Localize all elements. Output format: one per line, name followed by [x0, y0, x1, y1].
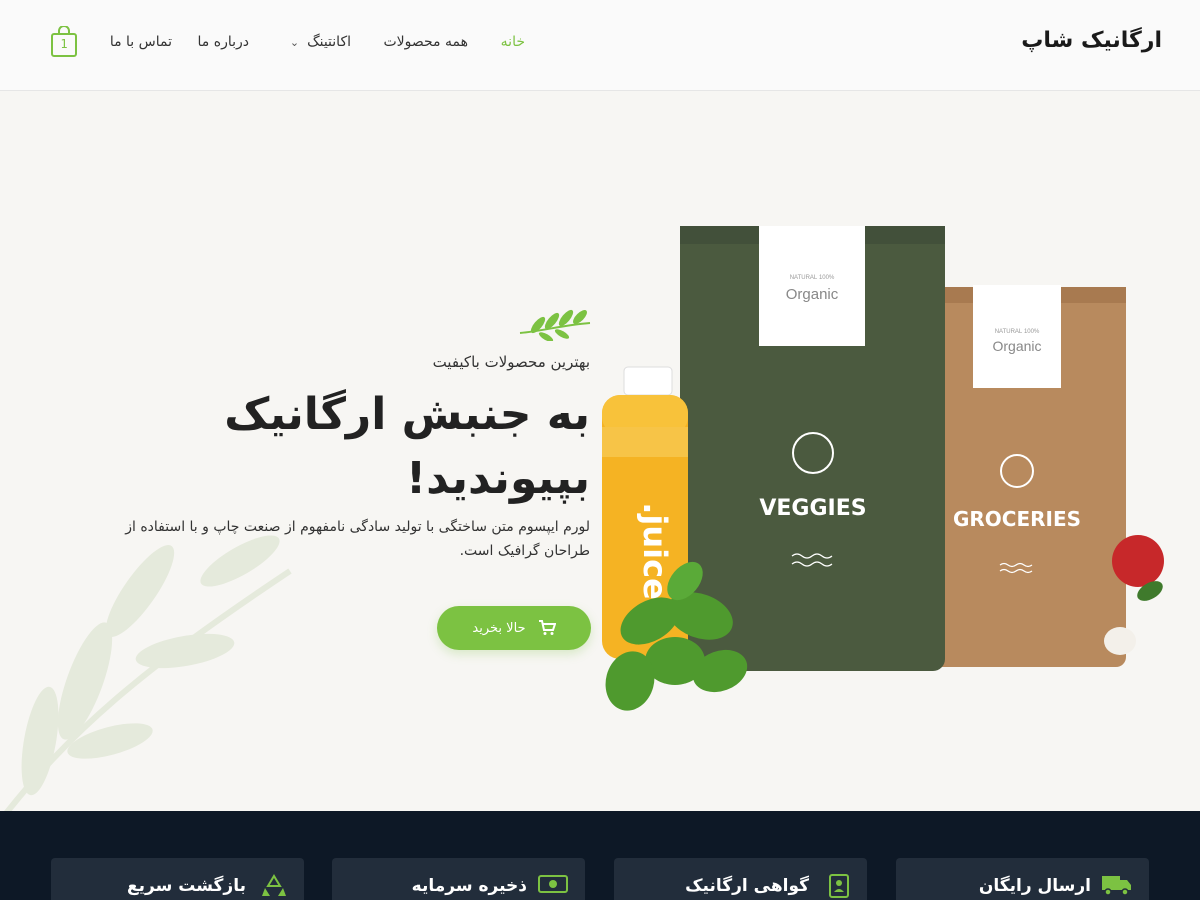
- recycle-icon: [262, 874, 286, 896]
- shop-now-label: حالا بخرید: [472, 620, 526, 636]
- truck-icon: [1102, 876, 1131, 896]
- groceries-brand-label: Organic: [992, 338, 1041, 354]
- garlic-image: [1104, 627, 1136, 655]
- feature-card-organic-certificate: گواهی ارگانیک: [614, 858, 867, 900]
- hero-headline: به جنبش ارگانیک بپیوندید!: [224, 389, 590, 504]
- feature-card-free-shipping: ارسال رایگان: [896, 858, 1149, 900]
- cart-count-badge: 1: [60, 37, 68, 51]
- nav-item-home[interactable]: خانه: [501, 34, 525, 50]
- feature-card-fast-return: بازگشت سریع: [51, 858, 304, 900]
- nav-item-about[interactable]: درباره ما: [198, 34, 249, 50]
- feature-card-save-money: ذخیره سرمایه: [332, 858, 585, 900]
- features-section: ارسال رایگان گواهی ارگانیک ذخیره سرمایه …: [0, 811, 1200, 900]
- tomato-image: [1112, 535, 1164, 587]
- cart-icon: [538, 620, 556, 635]
- nav-item-all-products[interactable]: همه محصولات: [383, 34, 468, 50]
- money-icon: [538, 875, 568, 893]
- certificate-icon: [829, 874, 849, 898]
- feature-title: ذخیره سرمایه: [411, 876, 527, 896]
- products-illustration: Organic 100% NATURAL GROCERIES Organic 1…: [602, 226, 1164, 711]
- branch-decoration-icon: [4, 535, 292, 811]
- hero-description: لورم ایپسوم متن ساختگی با تولید سادگی نا…: [125, 519, 590, 559]
- feature-title: ارسال رایگان: [978, 876, 1091, 896]
- site-logo[interactable]: ارگانیک شاپ: [1021, 28, 1162, 53]
- chevron-down-icon: ⌄: [289, 36, 300, 49]
- shop-now-button[interactable]: حالا بخرید: [437, 606, 591, 650]
- hero-section: بهترین محصولات باکیفیت به جنبش ارگانیک ب…: [0, 91, 1200, 811]
- nav-item-contact[interactable]: تماس با ما: [110, 34, 172, 50]
- groceries-tag-label: 100% NATURAL: [995, 329, 1040, 335]
- feature-title: گواهی ارگانیک: [685, 876, 809, 896]
- hero-kicker: بهترین محصولات باکیفیت: [432, 353, 590, 371]
- veggies-tag-label: 100% NATURAL: [790, 275, 835, 281]
- veggies-name-label: VEGGIES: [759, 496, 866, 521]
- site-header: ارگانیک شاپ خانه همه محصولات اکانتینگ ⌄ د…: [0, 0, 1200, 91]
- veggies-brand-label: Organic: [786, 286, 839, 303]
- nav-item-accounting-label: اکانتینگ: [307, 34, 351, 50]
- leaf-branch-icon: [519, 309, 591, 341]
- nav-item-accounting[interactable]: اکانتینگ ⌄: [290, 34, 351, 50]
- groceries-name-label: GROCERIES: [953, 507, 1081, 531]
- feature-title: بازگشت سریع: [127, 876, 246, 896]
- groceries-bag: Organic 100% NATURAL GROCERIES: [930, 285, 1126, 667]
- cart-button[interactable]: 1: [50, 25, 78, 58]
